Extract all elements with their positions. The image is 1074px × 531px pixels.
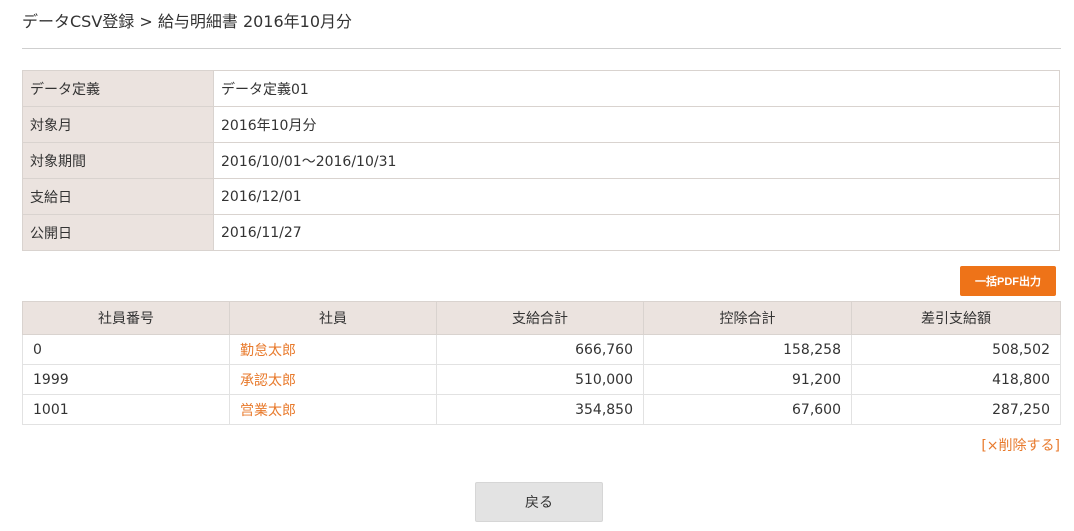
info-label: 対象月 (22, 106, 214, 143)
table-row: 1001 営業太郎 354,850 67,600 287,250 (22, 394, 1061, 425)
column-header-deduction-total: 控除合計 (643, 301, 852, 335)
table-row: 0 勤怠太郎 666,760 158,258 508,502 (22, 334, 1061, 365)
bulk-pdf-export-button[interactable]: 一括PDF出力 (960, 266, 1056, 296)
deduction-total-cell: 158,258 (643, 334, 852, 365)
employee-pay-table: 社員番号 社員 支給合計 控除合計 差引支給額 0 勤怠太郎 666,760 1… (22, 301, 1061, 425)
info-label: 対象期間 (22, 142, 214, 179)
back-button[interactable]: 戻る (475, 482, 603, 522)
net-pay-cell: 508,502 (851, 334, 1061, 365)
employee-name-cell: 勤怠太郎 (229, 334, 437, 365)
info-row-target-month: 対象月 2016年10月分 (22, 106, 1060, 143)
pay-total-cell: 510,000 (436, 364, 644, 395)
employee-id-cell: 0 (22, 334, 230, 365)
info-row-payment-date: 支給日 2016/12/01 (22, 178, 1060, 215)
title-divider (22, 48, 1061, 49)
pay-total-cell: 666,760 (436, 334, 644, 365)
employee-name-cell: 営業太郎 (229, 394, 437, 425)
table-header-row: 社員番号 社員 支給合計 控除合計 差引支給額 (22, 301, 1061, 335)
pay-total-cell: 354,850 (436, 394, 644, 425)
table-row: 1999 承認太郎 510,000 91,200 418,800 (22, 364, 1061, 395)
page-title: データCSV登録 > 給与明細書 2016年10月分 (22, 12, 353, 31)
info-label: 支給日 (22, 178, 214, 215)
info-row-publish-date: 公開日 2016/11/27 (22, 214, 1060, 251)
employee-name-link[interactable]: 営業太郎 (240, 403, 296, 419)
employee-name-link[interactable]: 勤怠太郎 (240, 343, 296, 359)
info-label: 公開日 (22, 214, 214, 251)
delete-link[interactable]: [×削除する] (981, 435, 1060, 455)
employee-name-link[interactable]: 承認太郎 (240, 373, 296, 389)
payroll-info-table: データ定義 データ定義01 対象月 2016年10月分 対象期間 2016/10… (22, 70, 1060, 251)
net-pay-cell: 287,250 (851, 394, 1061, 425)
column-header-employee: 社員 (229, 301, 437, 335)
info-label: データ定義 (22, 70, 214, 107)
net-pay-cell: 418,800 (851, 364, 1061, 395)
deduction-total-cell: 91,200 (643, 364, 852, 395)
info-row-target-period: 対象期間 2016/10/01〜2016/10/31 (22, 142, 1060, 179)
column-header-net-pay: 差引支給額 (851, 301, 1061, 335)
info-value: 2016/10/01〜2016/10/31 (213, 142, 1060, 179)
employee-id-cell: 1999 (22, 364, 230, 395)
info-value: 2016/11/27 (213, 214, 1060, 251)
employee-id-cell: 1001 (22, 394, 230, 425)
info-value: 2016年10月分 (213, 106, 1060, 143)
deduction-total-cell: 67,600 (643, 394, 852, 425)
info-row-data-definition: データ定義 データ定義01 (22, 70, 1060, 107)
employee-name-cell: 承認太郎 (229, 364, 437, 395)
info-value: 2016/12/01 (213, 178, 1060, 215)
column-header-employee-id: 社員番号 (22, 301, 230, 335)
info-value: データ定義01 (213, 70, 1060, 107)
column-header-pay-total: 支給合計 (436, 301, 644, 335)
